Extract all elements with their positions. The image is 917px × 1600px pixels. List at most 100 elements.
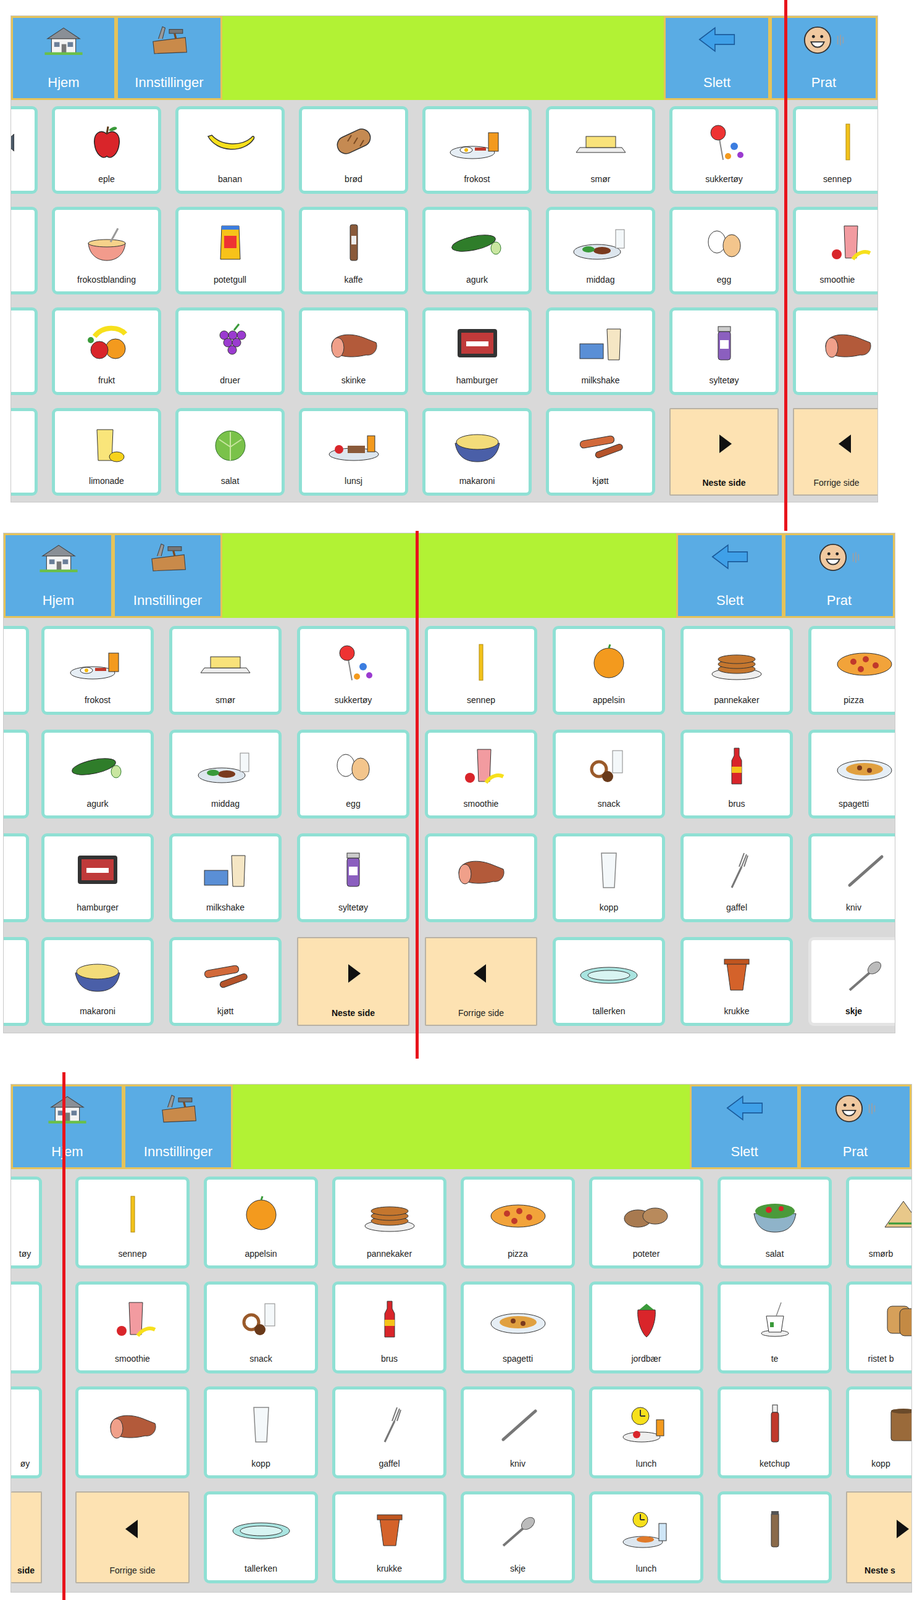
symbol-button[interactable] bbox=[11, 206, 38, 295]
symbol-button[interactable] bbox=[11, 1281, 42, 1374]
symbol-button[interactable] bbox=[424, 833, 538, 923]
symbol-button[interactable]: tøy bbox=[11, 1176, 42, 1269]
symbol-button[interactable]: makaroni bbox=[422, 408, 532, 496]
symbol-button[interactable]: smørb bbox=[845, 1176, 913, 1269]
symbol-button[interactable]: kjøtt bbox=[169, 937, 282, 1027]
symbol-button[interactable]: milkshake bbox=[169, 833, 282, 923]
next-page-button[interactable]: Neste side bbox=[669, 408, 779, 496]
symbol-button[interactable]: makaroni bbox=[41, 937, 154, 1027]
symbol-button[interactable] bbox=[3, 729, 30, 819]
next-page-button[interactable]: Neste side bbox=[297, 937, 410, 1027]
symbol-button[interactable]: kniv bbox=[460, 1386, 575, 1479]
symbol-button[interactable]: pannekaker bbox=[332, 1176, 447, 1269]
symbol-button[interactable]: frokostblanding bbox=[51, 206, 162, 295]
symbol-button[interactable]: smoothie bbox=[424, 729, 538, 819]
symbol-button[interactable]: druer bbox=[175, 307, 285, 396]
symbol-button[interactable]: kopp bbox=[552, 833, 666, 923]
symbol-button[interactable]: agurk bbox=[422, 206, 532, 295]
symbol-button[interactable]: krukke bbox=[680, 937, 793, 1027]
symbol-button[interactable]: hamburger bbox=[41, 833, 154, 923]
symbol-button[interactable]: krukke bbox=[332, 1491, 447, 1584]
symbol-button[interactable]: egg bbox=[297, 729, 410, 819]
symbol-button[interactable]: skje bbox=[808, 937, 896, 1027]
symbol-button[interactable]: skinke bbox=[298, 307, 409, 396]
delete-button[interactable]: Slett bbox=[676, 533, 784, 619]
symbol-button[interactable]: sennep bbox=[424, 626, 538, 716]
symbol-button[interactable] bbox=[3, 937, 30, 1027]
symbol-button[interactable]: syltetøy bbox=[297, 833, 410, 923]
symbol-button[interactable]: smør bbox=[545, 106, 656, 194]
symbol-button[interactable]: kniv bbox=[808, 833, 896, 923]
symbol-button[interactable]: pannekaker bbox=[680, 626, 793, 716]
symbol-button[interactable]: snack bbox=[552, 729, 666, 819]
symbol-button[interactable]: kjøtt bbox=[545, 408, 656, 496]
symbol-button[interactable]: kaffe bbox=[298, 206, 409, 295]
symbol-button[interactable]: sukkertøy bbox=[669, 106, 779, 194]
home-button[interactable]: Hjem bbox=[11, 1084, 124, 1170]
symbol-button[interactable]: middag bbox=[169, 729, 282, 819]
symbol-button[interactable]: lunsj bbox=[298, 408, 409, 496]
symbol-button[interactable]: middag bbox=[545, 206, 656, 295]
symbol-button[interactable]: smoothie bbox=[75, 1281, 190, 1374]
symbol-button[interactable] bbox=[717, 1491, 832, 1584]
symbol-button[interactable]: frokost bbox=[422, 106, 532, 194]
symbol-button[interactable]: snack bbox=[203, 1281, 319, 1374]
speak-button[interactable]: Prat bbox=[783, 533, 895, 619]
previous-page-button[interactable]: Forrige side bbox=[792, 408, 879, 496]
symbol-button[interactable]: gaffel bbox=[680, 833, 793, 923]
symbol-button[interactable]: skje bbox=[460, 1491, 575, 1584]
symbol-button[interactable]: sennep bbox=[792, 106, 879, 194]
symbol-button[interactable]: appelsin bbox=[552, 626, 666, 716]
symbol-button[interactable]: egg bbox=[669, 206, 779, 295]
symbol-button[interactable]: potetgull bbox=[175, 206, 285, 295]
symbol-button[interactable]: lunch bbox=[589, 1386, 704, 1479]
symbol-button[interactable]: pizza bbox=[808, 626, 896, 716]
symbol-button[interactable]: jordbær bbox=[589, 1281, 704, 1374]
symbol-button[interactable]: gaffel bbox=[332, 1386, 447, 1479]
settings-button[interactable]: Innstillinger bbox=[113, 533, 223, 619]
symbol-button[interactable]: milkshake bbox=[545, 307, 656, 396]
symbol-button[interactable]: sukkertøy bbox=[297, 626, 410, 716]
symbol-button[interactable]: tallerken bbox=[203, 1491, 319, 1584]
symbol-button[interactable] bbox=[11, 408, 38, 496]
symbol-button[interactable] bbox=[11, 307, 38, 396]
symbol-button[interactable]: brød bbox=[298, 106, 409, 194]
symbol-button[interactable]: poteter bbox=[589, 1176, 704, 1269]
previous-page-button[interactable]: Forrige side bbox=[424, 937, 538, 1027]
delete-button[interactable]: Slett bbox=[663, 16, 771, 101]
symbol-button[interactable]: limonade bbox=[51, 408, 162, 496]
symbol-button[interactable]: øy bbox=[11, 1386, 42, 1479]
symbol-button[interactable]: eple bbox=[51, 106, 162, 194]
symbol-button[interactable]: kopp bbox=[845, 1386, 913, 1479]
symbol-button[interactable]: spagetti bbox=[460, 1281, 575, 1374]
symbol-button[interactable]: ketchup bbox=[717, 1386, 832, 1479]
symbol-button[interactable]: lunch bbox=[589, 1491, 704, 1584]
settings-button[interactable]: Innstillinger bbox=[123, 1084, 233, 1170]
symbol-button[interactable] bbox=[3, 833, 30, 923]
message-bar[interactable] bbox=[222, 533, 677, 619]
message-bar[interactable] bbox=[222, 16, 664, 101]
home-button[interactable]: Hjem bbox=[3, 533, 114, 619]
symbol-button[interactable]: brus bbox=[680, 729, 793, 819]
message-bar[interactable] bbox=[232, 1084, 690, 1170]
symbol-button[interactable] bbox=[75, 1386, 190, 1479]
speak-button[interactable]: Prat bbox=[799, 1084, 912, 1170]
symbol-button[interactable]: smoothie bbox=[792, 206, 879, 295]
delete-button[interactable]: Slett bbox=[689, 1084, 800, 1170]
symbol-button[interactable]: frukt bbox=[51, 307, 162, 396]
symbol-button[interactable]: hamburger bbox=[422, 307, 532, 396]
settings-button[interactable]: Innstillinger bbox=[116, 16, 223, 101]
symbol-button[interactable]: spagetti bbox=[808, 729, 896, 819]
symbol-button[interactable]: salat bbox=[717, 1176, 832, 1269]
symbol-button[interactable]: smør bbox=[169, 626, 282, 716]
symbol-button[interactable]: brus bbox=[332, 1281, 447, 1374]
symbol-button[interactable]: ristet b bbox=[845, 1281, 913, 1374]
symbol-button[interactable]: syltetøy bbox=[669, 307, 779, 396]
symbol-button[interactable] bbox=[792, 307, 879, 396]
symbol-button[interactable] bbox=[3, 626, 30, 716]
symbol-button[interactable]: appelsin bbox=[203, 1176, 319, 1269]
symbol-button[interactable]: kopp bbox=[203, 1386, 319, 1479]
next-page-button[interactable]: Neste s bbox=[845, 1491, 913, 1584]
next-page-button[interactable]: side bbox=[11, 1491, 42, 1584]
symbol-button[interactable]: banan bbox=[175, 106, 285, 194]
